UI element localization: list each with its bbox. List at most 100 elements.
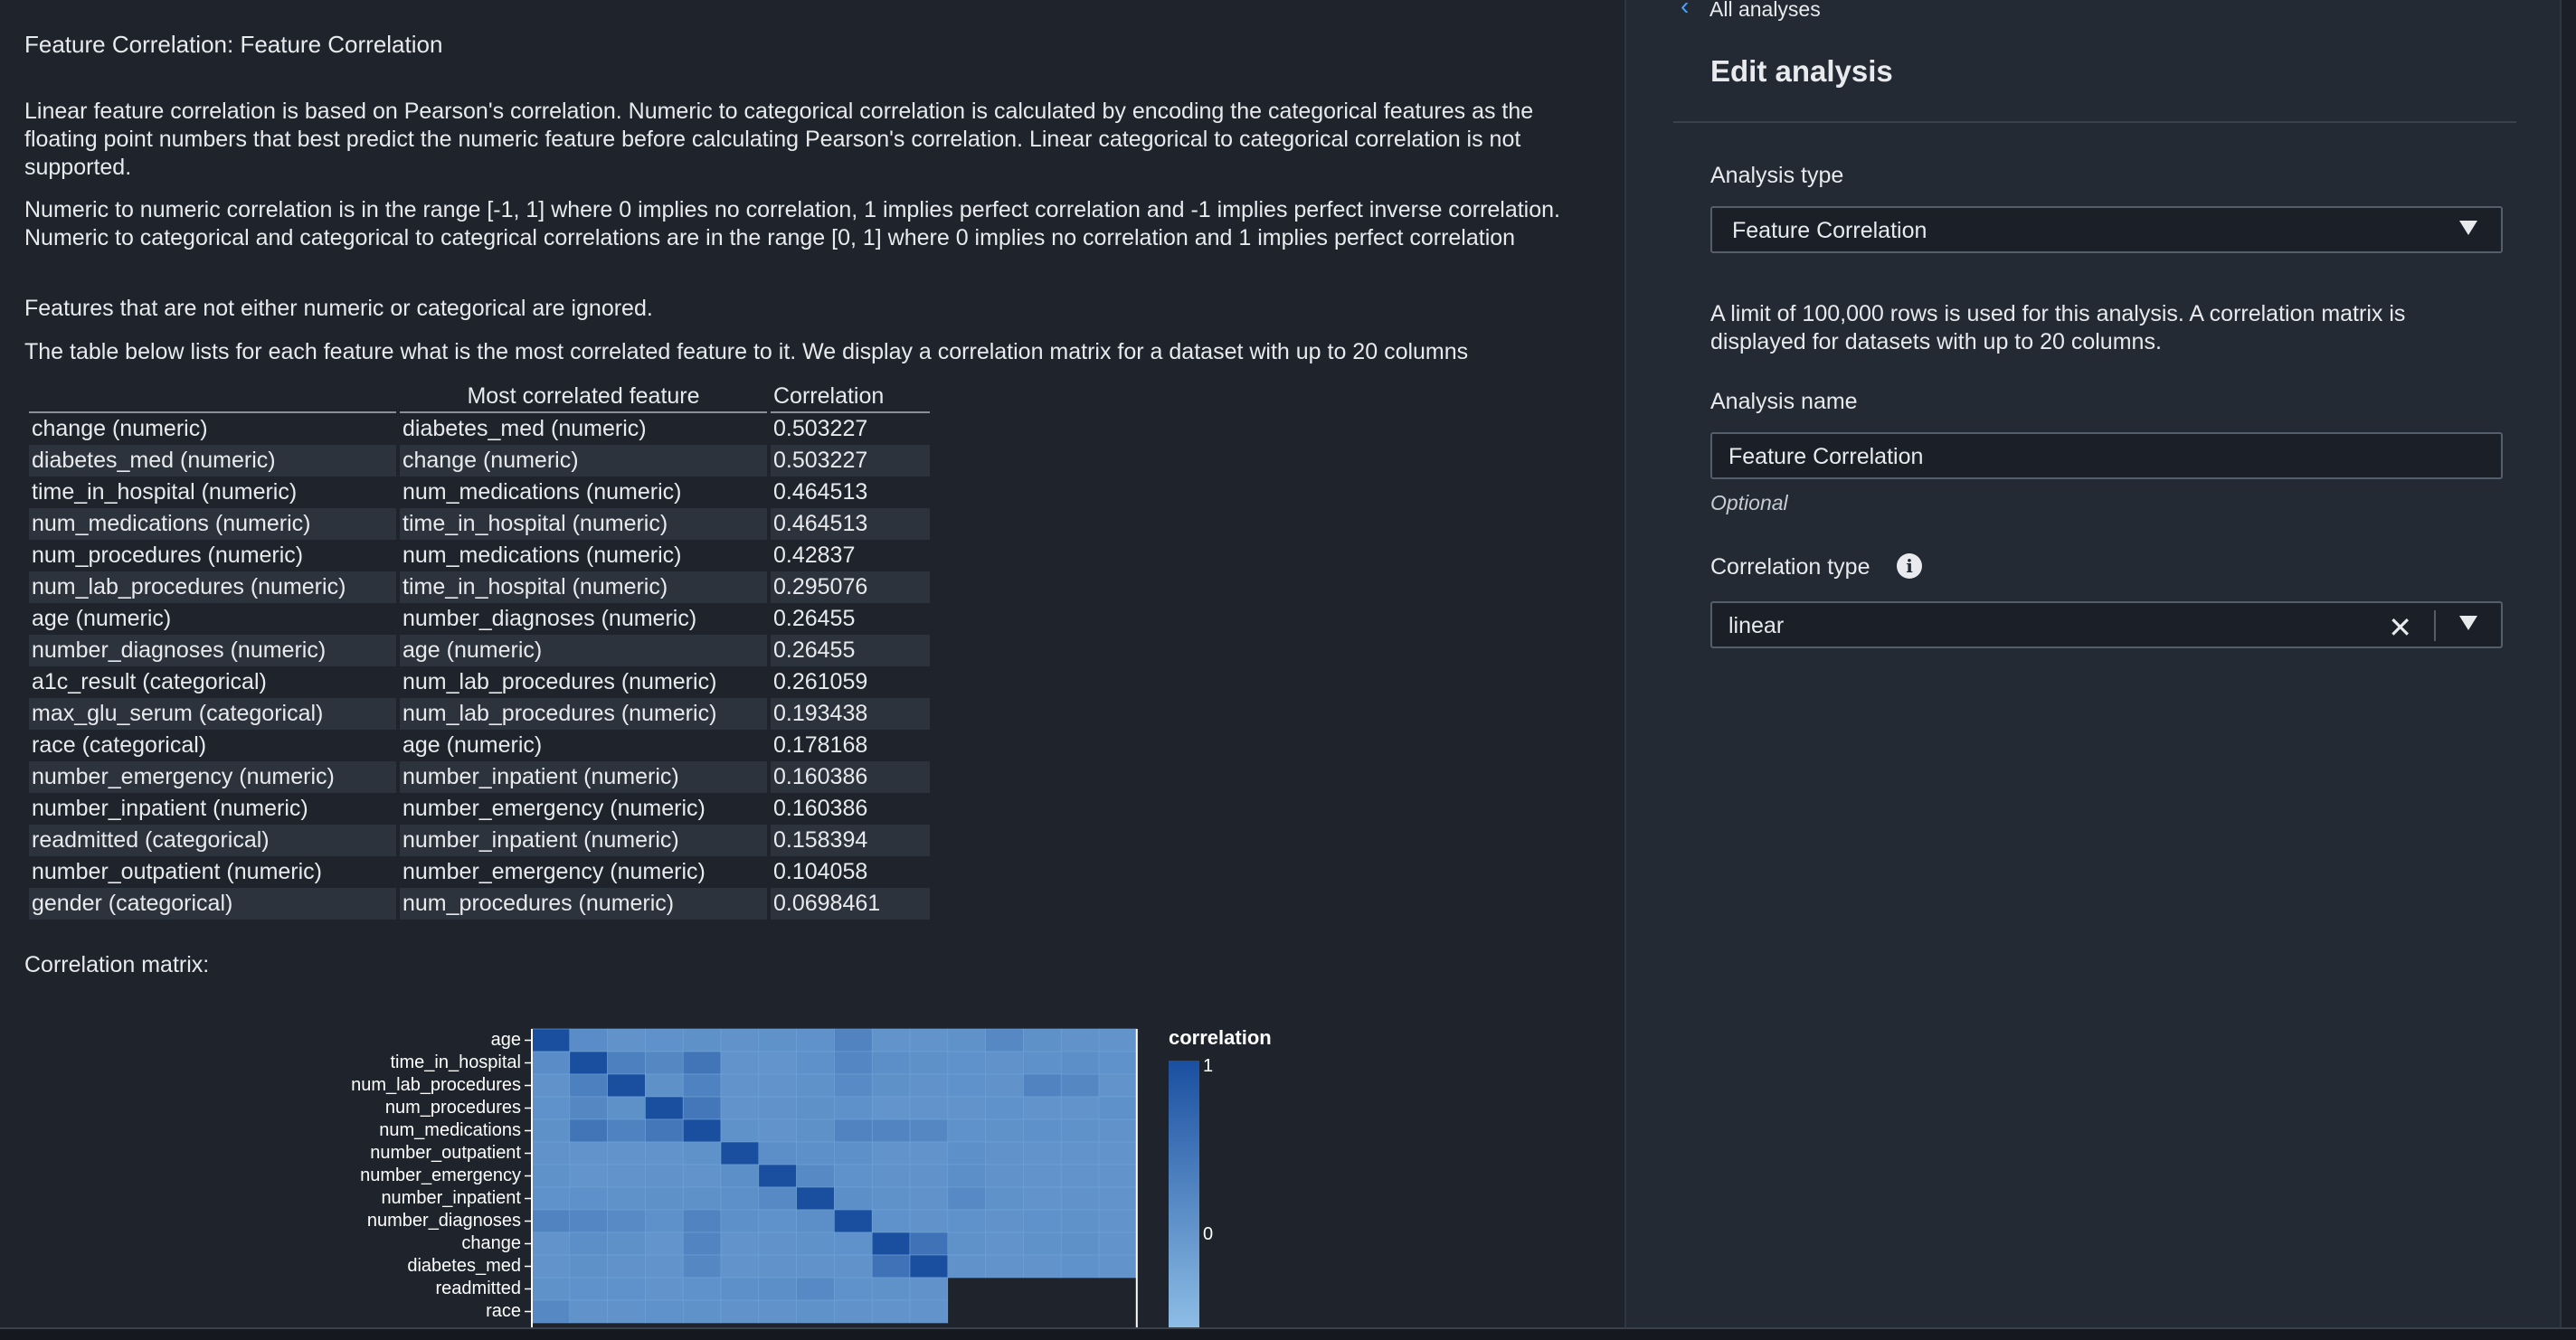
heatmap-cell <box>947 1141 986 1165</box>
cell-most-correlated: age (numeric) <box>400 635 767 666</box>
heatmap-cell <box>607 1073 646 1098</box>
heatmap-cell <box>1060 1186 1100 1211</box>
heatmap-cell <box>1098 1164 1138 1188</box>
heatmap-cell <box>834 1186 873 1211</box>
heatmap-cell <box>796 1141 835 1165</box>
heatmap-cell <box>1098 1096 1138 1120</box>
range-paragraph: Numeric to numeric correlation is in the… <box>24 197 1560 250</box>
heatmap-cell <box>758 1254 797 1279</box>
heatmap-cell <box>796 1028 835 1052</box>
heatmap-cell <box>758 1051 797 1075</box>
heatmap-cell <box>569 1073 608 1098</box>
heatmap-cell <box>569 1254 608 1279</box>
heatmap-cell <box>645 1254 684 1279</box>
heatmap-cell <box>645 1096 684 1120</box>
cell-most-correlated: num_medications (numeric) <box>402 543 682 568</box>
heatmap-cell <box>682 1231 722 1256</box>
table-intro-paragraph: The table below lists for each feature w… <box>24 339 1469 364</box>
heatmap-cell <box>607 1164 646 1188</box>
heatmap-cell <box>607 1096 646 1120</box>
cell-correlation: 0.42837 <box>773 543 856 568</box>
heatmap-cell <box>569 1096 608 1120</box>
heatmap-cell <box>720 1118 760 1143</box>
heatmap-cell <box>720 1231 760 1256</box>
heatmap-cell <box>645 1209 684 1233</box>
table-row: num_procedures (numeric) num_medications … <box>29 540 930 571</box>
clear-icon[interactable]: ✕ <box>2388 610 2412 645</box>
heatmap-cell <box>1098 1141 1138 1165</box>
heatmap-cell <box>947 1254 986 1279</box>
cell-correlation: 0.295076 <box>771 571 930 603</box>
table-row: a1c_result (categorical) num_lab_procedur… <box>29 666 930 698</box>
cell-most-correlated: num_lab_procedures (numeric) <box>400 698 767 730</box>
heatmap-cell <box>569 1299 608 1324</box>
heatmap-cell <box>947 1231 986 1256</box>
heatmap-cell <box>569 1028 608 1052</box>
cell-most-correlated: change (numeric) <box>400 445 767 477</box>
all-analyses-link[interactable]: ‹ All analyses <box>1681 0 1821 22</box>
heatmap-cell <box>1098 1186 1138 1211</box>
cell-feature: race (categorical) <box>32 732 207 758</box>
heatmap-cell <box>985 1164 1024 1188</box>
table-row: number_diagnoses (numeric) age (numeric) 0… <box>29 635 930 666</box>
cell-correlation: 0.158394 <box>771 825 930 856</box>
heatmap-row-label: time_in_hospital <box>390 1052 521 1072</box>
heatmap-cell <box>871 1028 911 1052</box>
heatmap-cell <box>909 1231 949 1256</box>
correlation-type-select[interactable]: linear ✕ <box>1710 601 2503 648</box>
heatmap-cell <box>645 1141 684 1165</box>
all-analyses-label: All analyses <box>1709 0 1821 21</box>
cell-feature: time_in_hospital (numeric) <box>32 479 298 505</box>
cell-correlation: 0.464513 <box>771 508 930 540</box>
heatmap-cell <box>1060 1028 1100 1052</box>
cell-feature: number_emergency (numeric) <box>29 761 396 793</box>
heatmap-cell <box>985 1028 1024 1052</box>
analysis-type-value: Feature Correlation <box>1732 218 1927 243</box>
table-row: age (numeric) number_diagnoses (numeric) 0… <box>29 603 930 635</box>
analysis-name-input[interactable]: Feature Correlation <box>1710 432 2503 479</box>
heatmap-cell <box>909 1141 949 1165</box>
table-header-feature <box>29 380 396 413</box>
table-row: time_in_hospital (numeric) num_medication… <box>29 477 930 508</box>
heatmap-cell <box>909 1073 949 1098</box>
heatmap-row-label: change <box>461 1233 521 1253</box>
heatmap-cell <box>1023 1254 1062 1279</box>
heatmap-cell <box>871 1186 911 1211</box>
caret-down-icon[interactable] <box>2459 616 2477 630</box>
heatmap-cell <box>758 1096 797 1120</box>
heatmap-cell <box>645 1051 684 1075</box>
heatmap-cell <box>947 1118 986 1143</box>
heatmap-cell <box>796 1118 835 1143</box>
heatmap-cell <box>796 1164 835 1188</box>
heatmap-cell <box>531 1096 571 1120</box>
heatmap-cell <box>569 1051 608 1075</box>
heatmap-cell <box>531 1028 571 1052</box>
heatmap-cell <box>720 1028 760 1052</box>
heatmap-cell <box>682 1209 722 1233</box>
cell-correlation: 0.503227 <box>773 416 868 441</box>
report-pane: Feature Correlation: Feature Correlation… <box>0 0 1624 1329</box>
heatmap-cell <box>1023 1096 1062 1120</box>
table-header-row: Most correlated feature Correlation <box>29 380 930 413</box>
table-header-most-correlated: Most correlated feature <box>400 380 767 413</box>
panel-edge <box>2560 0 2576 1329</box>
heatmap-cell <box>569 1209 608 1233</box>
heatmap-cell <box>1060 1118 1100 1143</box>
legend-tick-label: 0 <box>1203 1224 1213 1244</box>
heatmap-cell <box>796 1073 835 1098</box>
heatmap-cell <box>1098 1254 1138 1279</box>
heatmap-cell <box>871 1231 911 1256</box>
cell-feature: num_procedures (numeric) <box>32 543 304 568</box>
heatmap-cell <box>1060 1051 1100 1075</box>
cell-most-correlated: number_inpatient (numeric) <box>400 825 767 856</box>
heatmap-cell <box>796 1299 835 1324</box>
heatmap-cell <box>682 1164 722 1188</box>
cell-feature: readmitted (categorical) <box>29 825 396 856</box>
heatmap-cell <box>1060 1254 1100 1279</box>
heatmap-cell <box>985 1073 1024 1098</box>
cell-correlation: 0.193438 <box>771 698 930 730</box>
heatmap-cell <box>796 1231 835 1256</box>
analysis-type-select[interactable]: Feature Correlation <box>1710 206 2503 253</box>
cell-most-correlated: num_medications (numeric) <box>402 479 682 505</box>
info-icon[interactable]: i <box>1897 553 1922 579</box>
